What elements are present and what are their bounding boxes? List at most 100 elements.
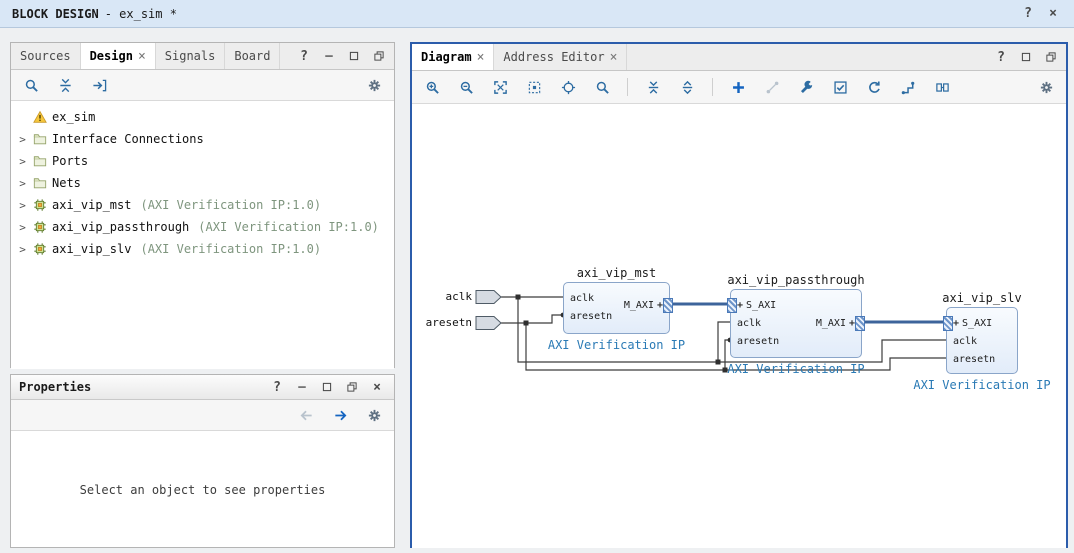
external-port-label-aresetn: aresetn xyxy=(425,316,472,329)
design-scroll-to-button[interactable] xyxy=(85,73,113,98)
diagram-show-interfaces-button[interactable] xyxy=(928,75,956,100)
block-pin-aclk[interactable]: aclk xyxy=(570,290,594,306)
expand-interface-icon[interactable]: + xyxy=(737,300,743,311)
close-tab-icon[interactable]: × xyxy=(477,51,485,64)
block-type-label: AXI Verification IP xyxy=(727,362,865,376)
block-pin-aresetn[interactable]: aresetn xyxy=(737,333,779,349)
tree-item-axi-vip-mst[interactable]: > axi_vip_mst (AXI Verification IP:1.0) xyxy=(11,194,394,216)
block-pin-aclk[interactable]: aclk xyxy=(737,315,761,331)
diagram-optimize-routing-button[interactable] xyxy=(894,75,922,100)
tree-item-axi-vip-slv[interactable]: > axi_vip_slv (AXI Verification IP:1.0) xyxy=(11,238,394,260)
properties-maximize-button[interactable] xyxy=(318,378,336,396)
ip-block-axi-vip-mst[interactable]: axi_vip_mst aclk aresetn M_AXI + AXI Verifica… xyxy=(548,266,685,352)
ip-block-axi-vip-passthrough[interactable]: axi_vip_passthrough + S_AXI aclk aresetn M_AX… xyxy=(727,273,865,376)
design-toolbar-right xyxy=(360,73,388,98)
diagram-collapse-hierarchy-button[interactable] xyxy=(639,75,667,100)
diagram-settings-button[interactable] xyxy=(1032,75,1060,100)
design-tab-sources[interactable]: Sources xyxy=(11,43,81,69)
properties-minimize-button[interactable] xyxy=(293,378,311,396)
external-port-aclk[interactable] xyxy=(475,290,502,304)
tree-item-ex-sim[interactable]: ex_sim xyxy=(11,106,394,128)
blockdesign-close-button[interactable]: × xyxy=(1044,5,1062,23)
target-icon xyxy=(561,80,576,95)
tree-item-label: Ports xyxy=(52,154,89,168)
diagram-toolbar-left xyxy=(418,75,956,100)
expander-chevron-icon[interactable]: > xyxy=(17,133,28,146)
tab-label: Sources xyxy=(20,49,71,63)
expander-chevron-icon[interactable]: > xyxy=(17,177,28,190)
block-pin-aresetn[interactable]: aresetn xyxy=(570,308,612,324)
design-help-button[interactable]: ? xyxy=(295,47,313,65)
expand-interface-icon[interactable]: + xyxy=(953,318,959,329)
diagram-zoom-in-button[interactable] xyxy=(418,75,446,100)
ip-block-axi-vip-slv[interactable]: axi_vip_slv + S_AXI aclk aresetn AXI Verifica… xyxy=(913,291,1050,392)
group-icon xyxy=(935,80,950,95)
block-interface-s-axi[interactable]: + S_AXI xyxy=(953,315,992,331)
search-icon xyxy=(595,80,610,95)
pin-label: aclk xyxy=(570,292,595,304)
blockdesign-help-button[interactable]: ? xyxy=(1019,5,1037,23)
expander-chevron-icon[interactable]: > xyxy=(17,199,28,212)
diagram-zoom-to-selection-button[interactable] xyxy=(520,75,548,100)
expander-chevron-icon[interactable]: > xyxy=(17,155,28,168)
diagram-make-connection-button[interactable] xyxy=(758,75,786,100)
diagram-help-button[interactable]: ? xyxy=(992,48,1010,66)
folder-icon xyxy=(33,154,47,168)
expander-chevron-icon[interactable]: > xyxy=(17,243,28,256)
design-settings-button[interactable] xyxy=(360,73,388,98)
diagram-toolbar xyxy=(412,71,1066,104)
close-tab-icon[interactable]: × xyxy=(138,50,146,63)
wire-junction-dot xyxy=(523,320,529,326)
diagram-canvas[interactable]: aclk aresetn axi_vip_mst aclk aresetn M_AXI… xyxy=(412,104,1066,548)
diagram-regenerate-layout-button[interactable] xyxy=(860,75,888,100)
tree-item-label: axi_vip_slv xyxy=(52,242,132,256)
expander-chevron-icon[interactable]: > xyxy=(17,221,28,234)
tree-item-interface-connections[interactable]: > Interface Connections xyxy=(11,128,394,150)
block-pin-aresetn[interactable]: aresetn xyxy=(953,351,995,367)
diagram-search-button[interactable] xyxy=(588,75,616,100)
properties-close-button[interactable]: × xyxy=(368,378,386,396)
design-maximize-button[interactable] xyxy=(345,47,363,65)
diagram-tab-diagram[interactable]: Diagram × xyxy=(412,44,495,70)
block-interface-m-axi[interactable]: M_AXI + xyxy=(816,315,855,331)
folder-icon xyxy=(33,132,47,146)
design-collapse-all-button[interactable] xyxy=(51,73,79,98)
block-interface-m-axi[interactable]: M_AXI + xyxy=(624,297,663,313)
external-port-aresetn[interactable] xyxy=(475,316,502,330)
design-tab-signals[interactable]: Signals xyxy=(156,43,226,69)
pin-label: aclk xyxy=(953,335,978,347)
tree-item-nets[interactable]: > Nets xyxy=(11,172,394,194)
block-interface-s-axi[interactable]: + S_AXI xyxy=(737,297,776,313)
diagram-validate-design-button[interactable] xyxy=(826,75,854,100)
properties-settings-button[interactable] xyxy=(360,403,388,428)
design-minimize-button[interactable] xyxy=(320,47,338,65)
diagram-tab-address-editor[interactable]: Address Editor × xyxy=(494,44,628,70)
diagram-fit-selection-button[interactable] xyxy=(554,75,582,100)
block-pin-aclk[interactable]: aclk xyxy=(953,333,977,349)
diagram-zoom-out-button[interactable] xyxy=(452,75,480,100)
properties-back-button[interactable] xyxy=(292,403,320,428)
design-tree: ex_sim > Interface Connections > Ports > Nets >… xyxy=(11,101,394,369)
tree-item-ports[interactable]: > Ports xyxy=(11,150,394,172)
zoom-out-icon xyxy=(459,80,474,95)
properties-float-button[interactable] xyxy=(343,378,361,396)
tree-item-annotation: (AXI Verification IP:1.0) xyxy=(198,220,379,234)
close-tab-icon[interactable]: × xyxy=(610,51,618,64)
diagram-zoom-fit-button[interactable] xyxy=(486,75,514,100)
interface-stub xyxy=(855,316,865,331)
diagram-add-ip-button[interactable] xyxy=(724,75,752,100)
design-tab-design[interactable]: Design × xyxy=(80,43,156,69)
design-panel-toolbar xyxy=(11,70,394,101)
diagram-expand-hierarchy-button[interactable] xyxy=(673,75,701,100)
properties-placeholder: Select an object to see properties xyxy=(79,482,326,497)
diagram-float-button[interactable] xyxy=(1042,48,1060,66)
design-tab-board[interactable]: Board xyxy=(225,43,281,69)
properties-forward-button[interactable] xyxy=(326,403,354,428)
design-toolbar-left xyxy=(17,73,113,98)
diagram-maximize-button[interactable] xyxy=(1017,48,1035,66)
properties-help-button[interactable]: ? xyxy=(268,378,286,396)
diagram-customize-block-button[interactable] xyxy=(792,75,820,100)
design-search-button[interactable] xyxy=(17,73,45,98)
tree-item-axi-vip-passthrough[interactable]: > axi_vip_passthrough (AXI Verification IP… xyxy=(11,216,394,238)
design-float-button[interactable] xyxy=(370,47,388,65)
